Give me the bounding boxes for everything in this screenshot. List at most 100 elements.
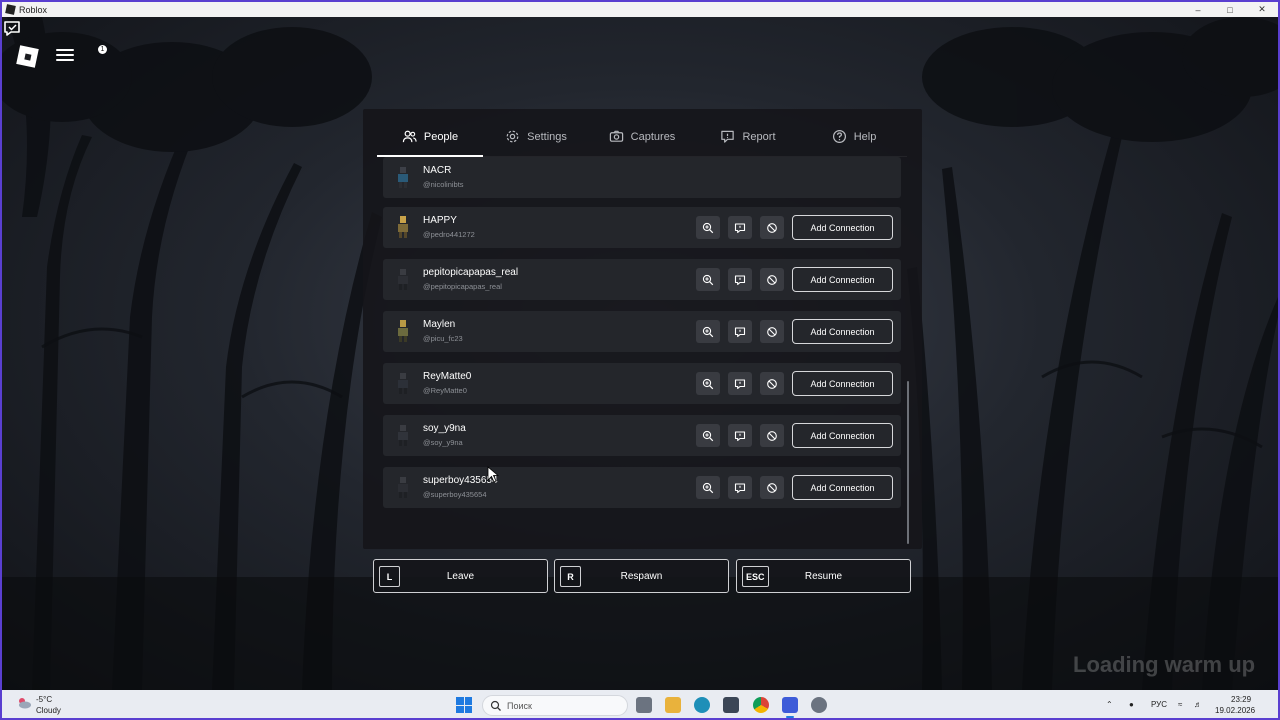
block-button[interactable]: [760, 216, 784, 239]
gear-icon: [506, 130, 519, 143]
resume-label: Resume: [804, 570, 843, 582]
player-handle: @ReyMatte0: [423, 386, 467, 395]
add-connection-button[interactable]: Add Connection: [792, 267, 893, 292]
task-view-icon[interactable]: [636, 697, 652, 713]
close-button[interactable]: ✕: [1246, 2, 1278, 17]
window-title: Roblox: [19, 4, 48, 15]
respawn-button[interactable]: R Respawn: [554, 559, 729, 593]
flag-icon: [721, 130, 735, 143]
respawn-label: Respawn: [620, 570, 663, 582]
report-player-button[interactable]: [728, 216, 752, 239]
store-icon[interactable]: [723, 697, 739, 713]
block-icon: [767, 222, 777, 233]
tab-people[interactable]: People: [377, 117, 483, 157]
block-button[interactable]: [760, 372, 784, 395]
report-player-button[interactable]: [728, 320, 752, 343]
taskbar-search-box[interactable]: Поиск: [482, 695, 628, 716]
block-icon: [767, 430, 777, 441]
block-icon: [767, 482, 777, 493]
hamburger-menu-icon[interactable]: [56, 47, 74, 63]
chat-badge: 1: [98, 45, 107, 54]
add-connection-button[interactable]: Add Connection: [792, 475, 893, 500]
resume-button[interactable]: ESC Resume: [736, 559, 911, 593]
roblox-app-icon: [5, 4, 16, 15]
block-icon: [767, 326, 777, 337]
windows-taskbar: -5°C Cloudy Поиск ⌃ ● РУС ≈ ♬ 23:29 19.0…: [2, 690, 1278, 718]
help-icon: [832, 129, 846, 144]
people-list-scrollbar[interactable]: [907, 381, 909, 544]
inspect-button[interactable]: [696, 320, 720, 343]
block-button[interactable]: [760, 268, 784, 291]
input-language[interactable]: РУС: [1151, 700, 1167, 709]
tab-report[interactable]: Report: [695, 117, 801, 156]
loading-overlay-text: Loading warm up: [1073, 652, 1256, 677]
app-icon[interactable]: [811, 697, 827, 713]
camera-icon: [609, 130, 623, 142]
report-player-button[interactable]: [728, 476, 752, 499]
zoom-in-icon: [702, 378, 714, 389]
report-icon: [734, 482, 746, 493]
people-icon: [402, 130, 417, 143]
leave-button[interactable]: L Leave: [373, 559, 548, 593]
tab-people-label: People: [423, 130, 459, 143]
player-handle: @soy_y9na: [423, 438, 463, 447]
keycap-leave: L: [379, 566, 400, 587]
clock-time[interactable]: 23:29: [1231, 695, 1251, 704]
tab-captures-label: Captures: [630, 130, 676, 143]
inspect-button[interactable]: [696, 424, 720, 447]
menu-tabs: People Settings Captures Report Help: [377, 117, 907, 157]
file-explorer-icon[interactable]: [665, 697, 681, 713]
player-row: soy_y9na @soy_y9na Add Connection: [383, 415, 901, 456]
player-handle: @picu_fc23: [423, 334, 463, 343]
block-icon: [767, 378, 777, 389]
microphone-icon[interactable]: ●: [1129, 700, 1134, 709]
mouse-cursor-icon: [487, 466, 499, 483]
chat-icon[interactable]: [2, 17, 24, 39]
report-player-button[interactable]: [728, 372, 752, 395]
inspect-button[interactable]: [696, 216, 720, 239]
inspect-button[interactable]: [696, 476, 720, 499]
add-connection-button[interactable]: Add Connection: [792, 371, 893, 396]
report-icon: [734, 326, 746, 337]
block-button[interactable]: [760, 476, 784, 499]
block-icon: [767, 274, 777, 285]
block-button[interactable]: [760, 424, 784, 447]
zoom-in-icon: [702, 222, 714, 233]
add-connection-button[interactable]: Add Connection: [792, 319, 893, 344]
minimize-button[interactable]: –: [1182, 2, 1214, 17]
report-player-button[interactable]: [728, 424, 752, 447]
player-row: HAPPY @pedro441272 Add Connection: [383, 207, 901, 248]
tab-captures[interactable]: Captures: [589, 117, 695, 156]
start-button[interactable]: [456, 697, 472, 713]
block-button[interactable]: [760, 320, 784, 343]
report-icon: [734, 378, 746, 389]
zoom-in-icon: [702, 430, 714, 441]
escape-menu-panel: People Settings Captures Report Help NAC…: [363, 109, 922, 549]
add-connection-button[interactable]: Add Connection: [792, 215, 893, 240]
player-row: Maylen @picu_fc23 Add Connection: [383, 311, 901, 352]
roblox-logo-button[interactable]: [16, 45, 39, 68]
inspect-button[interactable]: [696, 372, 720, 395]
wifi-icon[interactable]: ≈: [1178, 700, 1182, 709]
tray-chevron-up-icon[interactable]: ⌃: [1106, 700, 1113, 709]
avatar: [398, 373, 408, 394]
avatar: [398, 167, 408, 188]
tab-report-label: Report: [742, 130, 776, 143]
add-connection-button[interactable]: Add Connection: [792, 423, 893, 448]
tab-help[interactable]: Help: [801, 117, 907, 156]
player-row-self: NACR @nicolinibts: [383, 157, 901, 198]
report-player-button[interactable]: [728, 268, 752, 291]
avatar: [398, 425, 408, 446]
maximize-button[interactable]: □: [1214, 2, 1246, 17]
roblox-taskbar-icon[interactable]: [782, 697, 798, 718]
tab-settings[interactable]: Settings: [483, 117, 589, 156]
clock-date[interactable]: 19.02.2026: [1215, 706, 1255, 715]
player-name: HAPPY: [423, 215, 457, 226]
chrome-icon[interactable]: [753, 697, 769, 713]
volume-icon[interactable]: ♬: [1194, 700, 1202, 709]
report-icon: [734, 274, 746, 285]
inspect-button[interactable]: [696, 268, 720, 291]
player-name: Maylen: [423, 319, 456, 330]
edge-browser-icon[interactable]: [694, 697, 710, 713]
zoom-in-icon: [702, 274, 714, 285]
